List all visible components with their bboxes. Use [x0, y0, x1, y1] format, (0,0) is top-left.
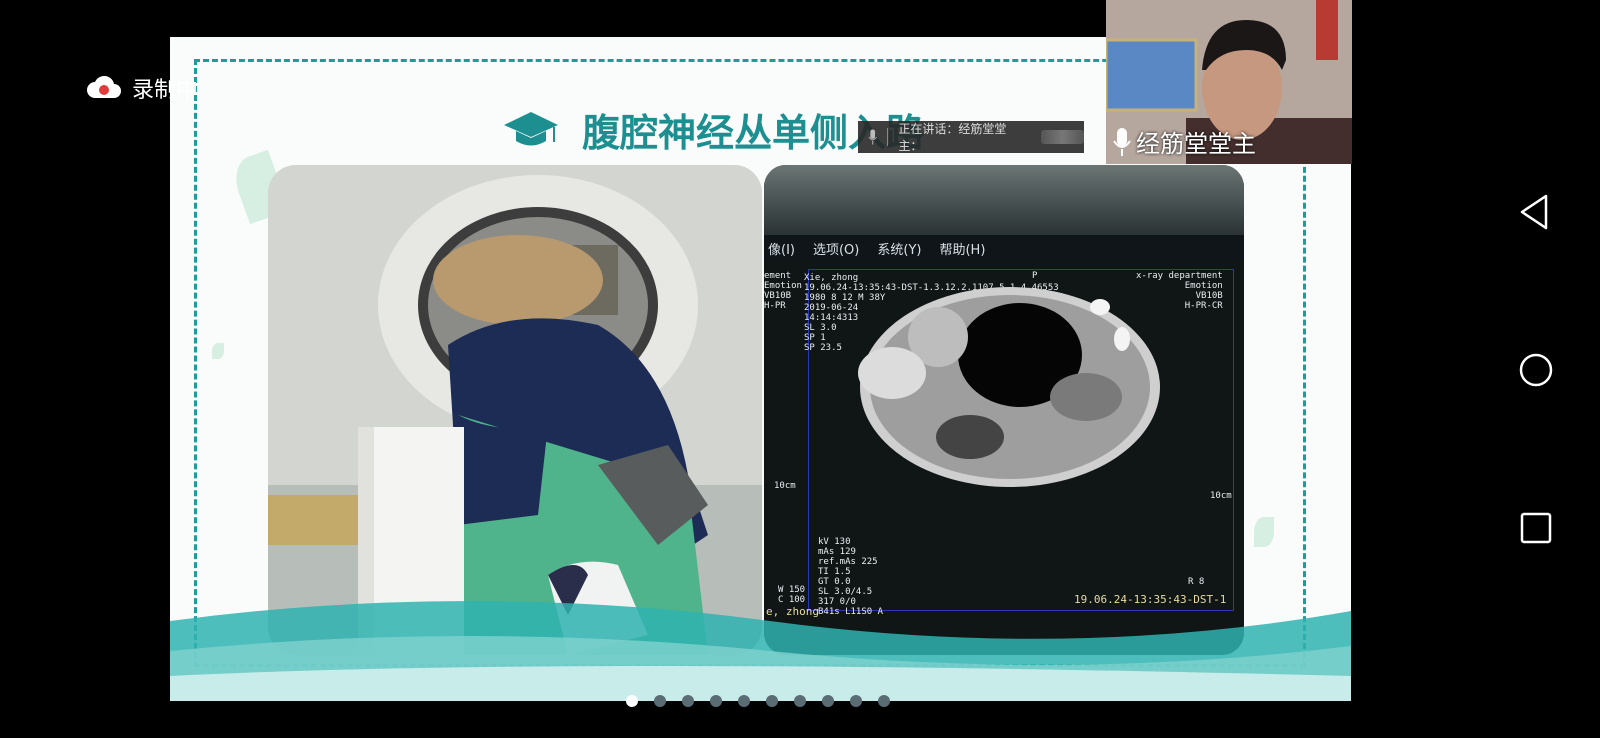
- speaker-divider: [887, 128, 889, 146]
- pager-dot[interactable]: [766, 695, 778, 707]
- pager-dot[interactable]: [710, 695, 722, 707]
- pager-dot[interactable]: [738, 695, 750, 707]
- wave-decoration: [170, 601, 1351, 701]
- ct-cross-section-image: [858, 287, 1160, 487]
- slide-pager: [626, 695, 890, 707]
- cloud-record-icon: [87, 76, 121, 98]
- webcam-tile[interactable]: 经筋堂堂主: [1106, 0, 1352, 164]
- ct-menu-item: 帮助(H): [939, 242, 986, 258]
- webcam-name: 经筋堂堂主: [1136, 130, 1256, 158]
- home-circle-icon[interactable]: [1516, 350, 1556, 390]
- ct-header-left: ement Emotion VB10B H-PR: [764, 271, 802, 311]
- ct-scale-left: 10cm: [774, 481, 796, 491]
- ct-menu-item: 系统(Y): [877, 242, 922, 258]
- ct-scale-right: 10cm: [1210, 491, 1232, 501]
- pager-dot[interactable]: [850, 695, 862, 707]
- pager-dot[interactable]: [878, 695, 890, 707]
- pager-dot[interactable]: [654, 695, 666, 707]
- pager-dot[interactable]: [822, 695, 834, 707]
- webcam-name-label: 经筋堂堂主: [1112, 124, 1256, 159]
- pager-dot[interactable]: [626, 695, 638, 707]
- ct-menu-item: 选项(O): [812, 242, 860, 258]
- ct-menu-item: 像(I): [768, 242, 795, 258]
- speaking-label: 正在讲话：经筋堂堂主：: [898, 122, 1007, 153]
- microphone-icon: [1113, 127, 1131, 156]
- active-speaker-bar: 正在讲话：经筋堂堂主：: [858, 121, 1084, 153]
- graduation-cap-icon: [504, 111, 558, 145]
- pager-dot[interactable]: [682, 695, 694, 707]
- android-nav-bar: [1476, 0, 1600, 738]
- microphone-icon: [868, 129, 877, 145]
- pager-dot[interactable]: [794, 695, 806, 707]
- recents-square-icon[interactable]: [1516, 508, 1556, 548]
- speaker-avatar-blur: [1040, 130, 1084, 144]
- recording-label: 录制中: [132, 78, 199, 103]
- monitor-top-reflection: [764, 165, 1244, 235]
- back-triangle-icon[interactable]: [1516, 192, 1556, 232]
- recording-indicator: 录制中: [86, 72, 198, 104]
- ct-software-menubar: 像(I) 选项(O) 系统(Y) 帮助(H): [764, 235, 1244, 261]
